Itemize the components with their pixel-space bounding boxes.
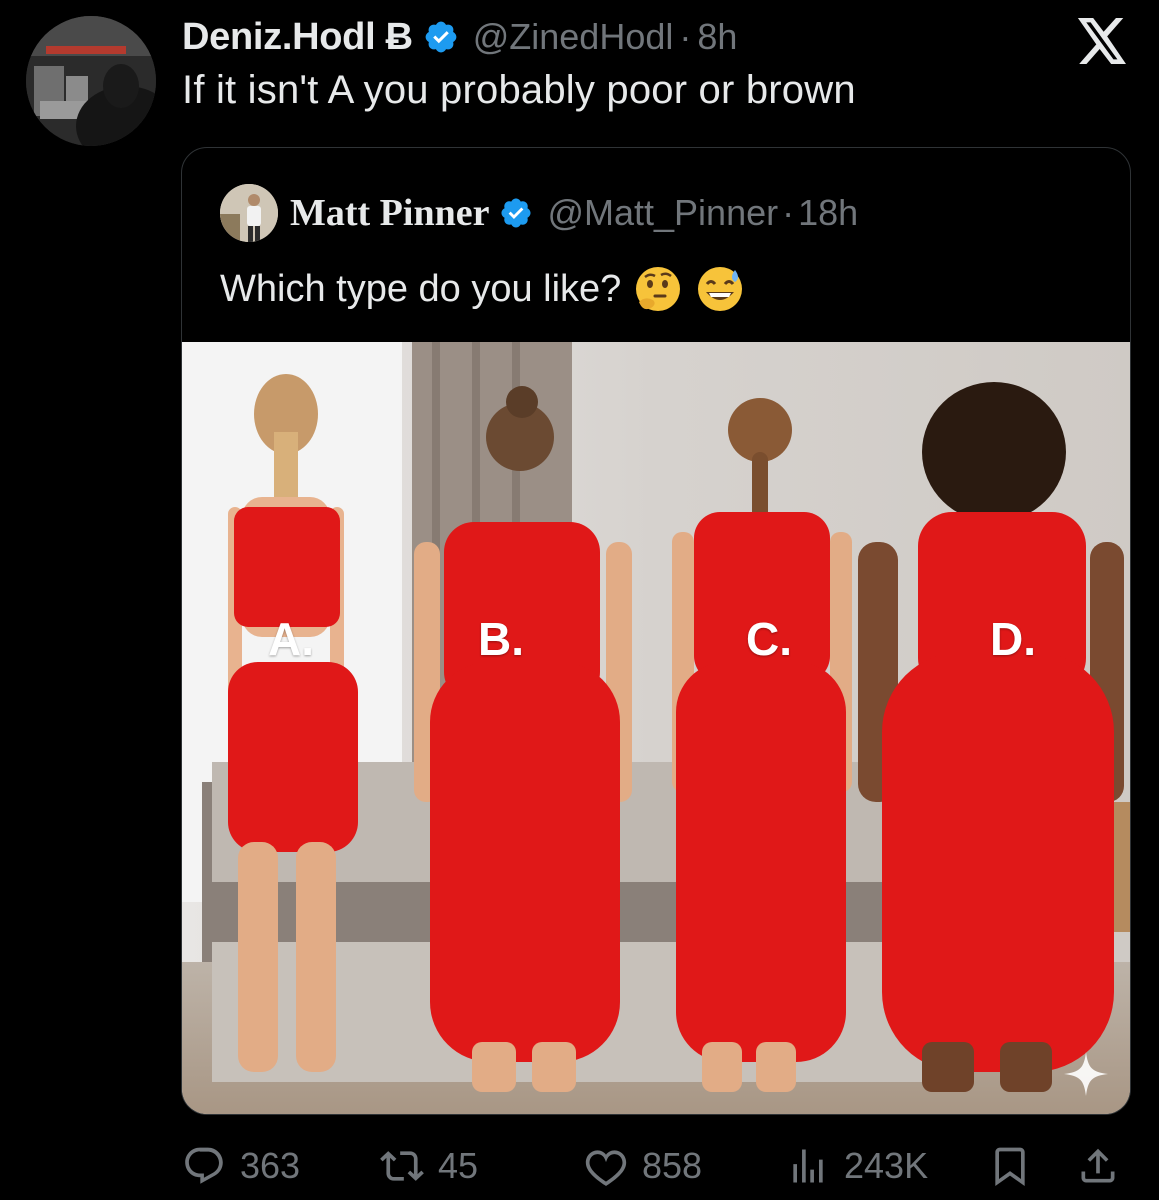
post-text: If it isn't A you probably poor or brown	[182, 68, 856, 112]
image-label-d: D.	[990, 613, 1036, 665]
author-avatar[interactable]	[26, 16, 156, 146]
like-button[interactable]: 858	[584, 1136, 702, 1196]
quoted-author-handle[interactable]: @Matt_Pinner	[547, 192, 778, 234]
reply-count: 363	[240, 1145, 301, 1186]
share-icon	[1076, 1144, 1120, 1188]
like-count: 858	[642, 1145, 703, 1186]
tweet-screenshot: Deniz.Hodl Ƀ @ZinedHodl · 8h If it isn't…	[0, 0, 1159, 1200]
thinking-face-icon	[633, 264, 683, 314]
quoted-post-header: Matt Pinner @Matt_Pinner · 18h	[220, 184, 858, 242]
quoted-post-timestamp[interactable]: 18h	[798, 192, 858, 234]
quoted-author-display-name[interactable]: Matt Pinner	[290, 191, 489, 235]
bookmark-button[interactable]	[988, 1136, 1032, 1196]
image-label-c: C.	[746, 613, 792, 665]
views-button[interactable]: 243K	[786, 1136, 928, 1196]
quoted-post-card[interactable]: Matt Pinner @Matt_Pinner · 18h Which typ…	[181, 147, 1131, 1115]
heart-icon	[584, 1144, 628, 1188]
repost-button[interactable]: 45	[380, 1136, 478, 1196]
views-icon	[786, 1144, 830, 1188]
post-timestamp[interactable]: 8h	[697, 16, 737, 58]
post-header: Deniz.Hodl Ƀ @ZinedHodl · 8h	[182, 12, 737, 62]
share-button[interactable]	[1076, 1136, 1120, 1196]
author-display-name[interactable]: Deniz.Hodl Ƀ	[182, 16, 413, 59]
verified-badge-icon	[423, 19, 459, 55]
grinning-sweat-face-icon	[695, 264, 745, 314]
header-separator: ·	[679, 16, 692, 57]
x-logo-icon	[1077, 18, 1129, 64]
author-handle[interactable]: @ZinedHodl	[473, 16, 674, 58]
repost-count: 45	[438, 1145, 479, 1186]
image-label-a: A.	[268, 613, 314, 665]
repost-icon	[380, 1144, 424, 1188]
reply-icon	[182, 1144, 226, 1188]
post-action-bar: 363 45 858 243K	[182, 1136, 1132, 1196]
reply-button[interactable]: 363	[182, 1136, 300, 1196]
quoted-post-text-row: Which type do you like?	[220, 264, 745, 314]
quoted-header-separator: ·	[782, 192, 795, 233]
views-count: 243K	[844, 1145, 929, 1186]
bookmark-icon	[988, 1144, 1032, 1188]
ai-sparkle-icon	[1062, 1050, 1110, 1098]
quoted-verified-badge-icon	[499, 196, 533, 230]
image-label-b: B.	[478, 613, 524, 665]
quoted-post-text: Which type do you like?	[220, 267, 622, 310]
quoted-post-image[interactable]: A. B. C. D.	[182, 342, 1130, 1114]
quoted-author-avatar[interactable]	[220, 184, 278, 242]
